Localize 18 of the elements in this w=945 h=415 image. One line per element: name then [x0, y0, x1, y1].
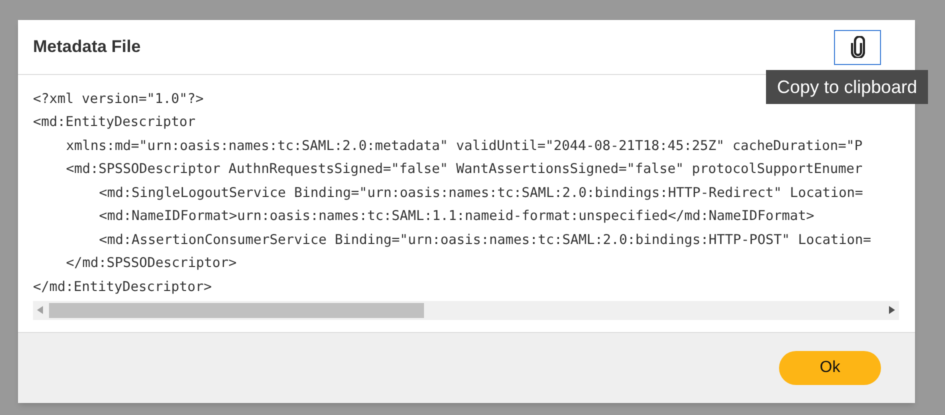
paperclip-icon	[850, 36, 864, 58]
dialog-title: Metadata File	[33, 36, 141, 58]
scrollbar-thumb[interactable]	[49, 302, 424, 318]
code-line: <md:NameIDFormat>urn:oasis:names:tc:SAML:1.1:nameid-format:unspecified</md:NameIDFormat>	[99, 207, 814, 226]
code-line: <md:AssertionConsumerService Binding="urn:oasis:names:tc:SAML:2.0:bindings:HTTP-POST" Location=	[99, 230, 872, 250]
code-line: </md:EntityDescriptor>	[33, 278, 212, 297]
tooltip: Copy to clipboard	[766, 70, 928, 104]
copy-button[interactable]	[834, 30, 881, 64]
scroll-left-icon[interactable]	[37, 306, 43, 314]
code-line: <md:SingleLogoutService Binding="urn:oasis:names:tc:SAML:2.0:bindings:HTTP-Redirect" Location=	[99, 184, 864, 203]
horizontal-scrollbar[interactable]	[33, 300, 899, 320]
code-line: xmlns:md="urn:oasis:names:tc:SAML:2.0:metadata" validUntil="2044-08-21T18:45:25Z" cacheDuration="P	[66, 136, 863, 156]
code-line: <md:SPSSODescriptor AuthnRequestsSigned="false" WantAssertionsSigned="false" protocolSupportEnumer	[66, 160, 863, 180]
code-line: <md:EntityDescriptor	[33, 113, 196, 132]
ok-button[interactable]: Ok	[779, 350, 881, 385]
code-line: </md:SPSSODescriptor>	[66, 254, 237, 274]
code-line: <?xml version="1.0"?>	[33, 90, 204, 109]
scroll-right-icon[interactable]	[889, 306, 895, 314]
